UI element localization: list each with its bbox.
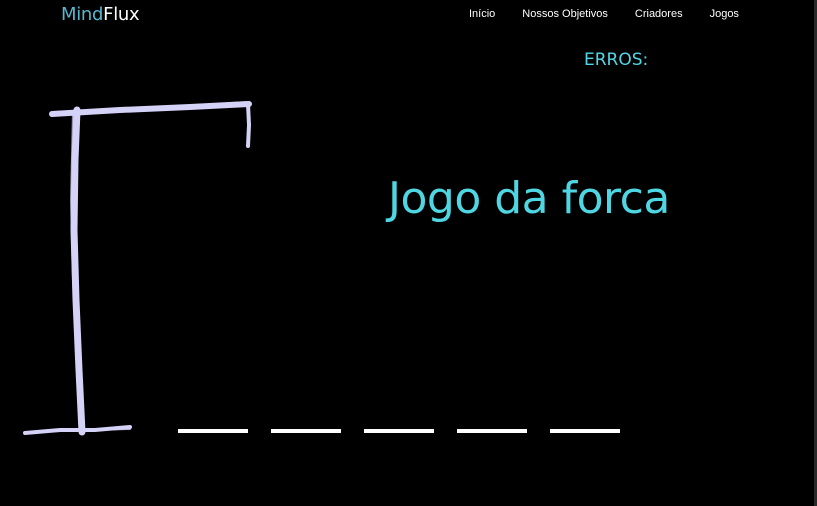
header: MindFlux Início Nossos Objetivos Criador… — [0, 0, 817, 30]
nav-link-nossos-objetivos[interactable]: Nossos Objetivos — [522, 8, 608, 20]
nav-link-jogos[interactable]: Jogos — [710, 8, 739, 20]
logo[interactable]: MindFlux — [61, 4, 140, 25]
letter-slot — [178, 429, 248, 433]
errors-label: ERROS: — [584, 50, 649, 70]
word-slots — [178, 429, 620, 433]
gallows-post — [70, 106, 86, 436]
nav-link-criadores[interactable]: Criadores — [635, 8, 683, 20]
page: MindFlux Início Nossos Objetivos Criador… — [0, 0, 817, 506]
logo-flux: Flux — [103, 4, 140, 25]
gallows-icon — [23, 101, 252, 436]
logo-mind: Mind — [61, 4, 104, 25]
gallows-beam — [49, 101, 252, 117]
letter-slot — [457, 429, 527, 433]
main-nav: Início Nossos Objetivos Criadores Jogos — [469, 8, 739, 20]
letter-slot — [364, 429, 434, 433]
game-title: Jogo da forca — [388, 173, 670, 224]
gallows-rope — [246, 102, 251, 148]
letter-slot — [550, 429, 620, 433]
letter-slot — [271, 429, 341, 433]
nav-link-inicio[interactable]: Início — [469, 8, 495, 20]
gallows-base — [23, 425, 132, 435]
